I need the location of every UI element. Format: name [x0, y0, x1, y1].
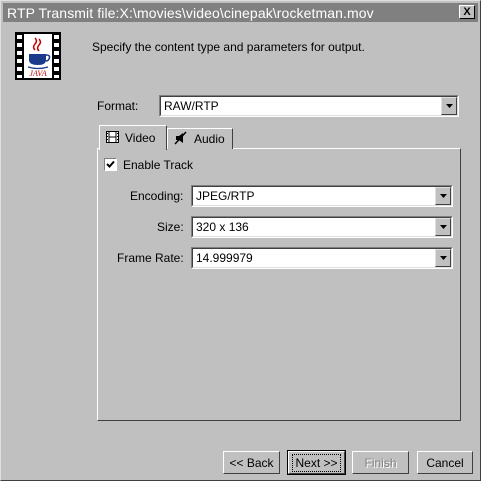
finish-button-label: Finish	[364, 455, 397, 470]
chevron-down-icon[interactable]	[441, 97, 457, 115]
frame-rate-value: 14.999979	[196, 251, 253, 265]
film-icon	[106, 130, 119, 146]
format-select[interactable]: RAW/RTP	[159, 95, 459, 117]
java-logo-icon: JAVA	[15, 32, 61, 80]
tab-video[interactable]: Video	[99, 125, 167, 150]
back-button[interactable]: << Back	[223, 451, 280, 474]
instruction-text: Specify the content type and parameters …	[92, 40, 365, 54]
cancel-button-label: Cancel	[426, 455, 464, 470]
encoding-label: Encoding:	[130, 189, 184, 203]
frame-rate-select[interactable]: 14.999979	[191, 247, 453, 269]
chevron-down-icon[interactable]	[435, 218, 451, 236]
back-button-label: << Back	[229, 455, 274, 470]
tab-audio[interactable]: Audio	[167, 128, 233, 149]
size-value: 320 x 136	[196, 220, 249, 234]
next-button-label: Next >>	[292, 453, 341, 472]
svg-text:JAVA: JAVA	[29, 69, 46, 78]
frame-rate-label: Frame Rate:	[117, 251, 184, 265]
finish-button[interactable]: Finish	[352, 451, 409, 474]
chevron-down-icon[interactable]	[435, 187, 451, 205]
speaker-muted-icon	[174, 130, 188, 148]
size-label: Size:	[157, 220, 184, 234]
close-icon: X	[463, 5, 471, 18]
enable-track-checkbox[interactable]	[104, 158, 117, 171]
tab-audio-label: Audio	[194, 132, 225, 146]
title-bar: RTP Transmit file:X:\movies\video\cinepa…	[3, 3, 478, 22]
close-button[interactable]: X	[459, 5, 475, 19]
format-label: Format:	[97, 99, 139, 113]
tab-video-label: Video	[125, 131, 156, 145]
encoding-value: JPEG/RTP	[196, 189, 255, 203]
chevron-down-icon[interactable]	[435, 249, 451, 267]
size-select[interactable]: 320 x 136	[191, 216, 453, 238]
encoding-select[interactable]: JPEG/RTP	[191, 185, 453, 207]
format-value: RAW/RTP	[164, 99, 219, 113]
dialog-window: RTP Transmit file:X:\movies\video\cinepa…	[0, 0, 481, 481]
checkmark-icon	[106, 158, 115, 172]
cancel-button[interactable]: Cancel	[417, 451, 473, 474]
enable-track-label: Enable Track	[123, 158, 194, 172]
window-title: RTP Transmit file:X:\movies\video\cinepa…	[7, 4, 374, 21]
next-button[interactable]: Next >>	[287, 450, 346, 475]
